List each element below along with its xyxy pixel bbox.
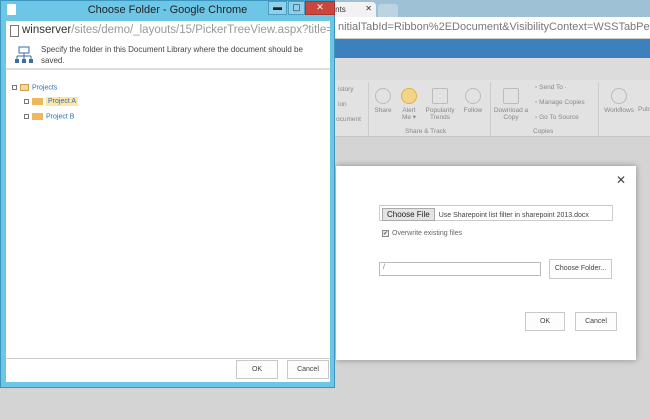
url-host: winserver	[22, 24, 72, 36]
share-button[interactable]: Share	[372, 88, 394, 114]
document-icon	[10, 25, 19, 37]
download-icon	[503, 88, 519, 104]
file-input[interactable]: Choose File Use Sharepoint list filter in…	[379, 205, 613, 221]
upload-dialog: ✕ Choose File Use Sharepoint list filter …	[336, 166, 636, 360]
send-to-button[interactable]: ▫ Send To ·	[535, 84, 567, 91]
share-icon	[375, 88, 391, 104]
node-label: Projects	[32, 84, 58, 92]
divider	[368, 82, 369, 136]
minimize-icon[interactable]: ▬	[268, 1, 287, 15]
checkbox-icon: ✔	[382, 230, 389, 237]
maximize-icon[interactable]: ▢	[288, 1, 305, 15]
collapse-icon[interactable]	[12, 85, 17, 90]
overwrite-label: Overwrite existing files	[392, 230, 463, 237]
node-label: Project A	[46, 97, 79, 107]
picker-ok-button[interactable]: OK	[236, 360, 278, 379]
picker-content: Specify the folder in this Document Libr…	[6, 42, 330, 382]
ok-button[interactable]: OK	[525, 312, 565, 331]
destination-folder-input[interactable]: /	[379, 262, 541, 276]
workflow-icon	[611, 88, 627, 104]
description: Specify the folder in this Document Libr…	[41, 45, 303, 65]
expand-icon[interactable]	[24, 99, 29, 104]
library-icon	[20, 84, 29, 91]
close-window-icon[interactable]: ✕	[305, 1, 335, 15]
expand-icon[interactable]	[24, 114, 29, 119]
cancel-button[interactable]: Cancel	[575, 312, 617, 331]
popularity-trends-button[interactable]: Popularity Trends	[424, 88, 456, 121]
file-name: Use Sharepoint list filter in sharepoint…	[438, 212, 589, 219]
bell-icon	[401, 88, 417, 104]
ribbon-item-history[interactable]: istory	[338, 86, 354, 93]
node-label: Project B	[46, 113, 75, 121]
workflows-button[interactable]: Workflows	[602, 88, 636, 114]
tab-close-icon[interactable]: ✕	[365, 4, 372, 13]
chart-icon	[432, 88, 448, 104]
popup-address-bar[interactable]: winserver/sites/demo/_layouts/15/PickerT…	[6, 21, 330, 42]
tree-node-project-b[interactable]: Project B	[24, 113, 74, 120]
group-label-share-track: Share & Track	[405, 128, 447, 135]
ribbon-item-partial[interactable]: ion	[338, 101, 347, 108]
alert-me-button[interactable]: Alert Me ▾	[398, 88, 420, 121]
publish-button[interactable]: Pub	[638, 106, 650, 113]
manage-copies-button[interactable]: ▫ Manage Copies	[535, 99, 585, 106]
picker-cancel-button[interactable]: Cancel	[287, 360, 329, 379]
folder-icon	[32, 113, 43, 120]
folder-icon	[32, 98, 43, 105]
divider	[598, 82, 599, 136]
go-to-source-button[interactable]: ▫ Go To Source	[535, 114, 579, 121]
url-path: /sites/demo/_layouts/15/PickerTreeView.a…	[71, 24, 330, 36]
close-icon[interactable]: ✕	[616, 173, 626, 187]
ribbon-item-document[interactable]: ocument	[336, 116, 361, 123]
choose-folder-button[interactable]: Choose Folder...	[549, 259, 612, 279]
overwrite-checkbox[interactable]: ✔ Overwrite existing files	[382, 230, 462, 237]
tree-node-project-a[interactable]: Project A	[24, 97, 79, 107]
folder-tree: Projects Project A Project B	[6, 70, 330, 359]
choose-file-button[interactable]: Choose File	[382, 208, 435, 221]
follow-icon	[465, 88, 481, 104]
follow-button[interactable]: Follow	[460, 88, 486, 114]
group-label-copies: Copies	[533, 128, 554, 135]
download-copy-button[interactable]: Download a Copy	[493, 88, 529, 121]
divider	[490, 82, 491, 136]
choose-folder-window: Choose Folder - Google Chrome ▬ ▢ ✕ wins…	[0, 0, 335, 388]
tree-node-projects[interactable]: Projects	[12, 84, 57, 91]
new-tab-button[interactable]	[378, 4, 398, 17]
hierarchy-icon	[15, 46, 33, 63]
